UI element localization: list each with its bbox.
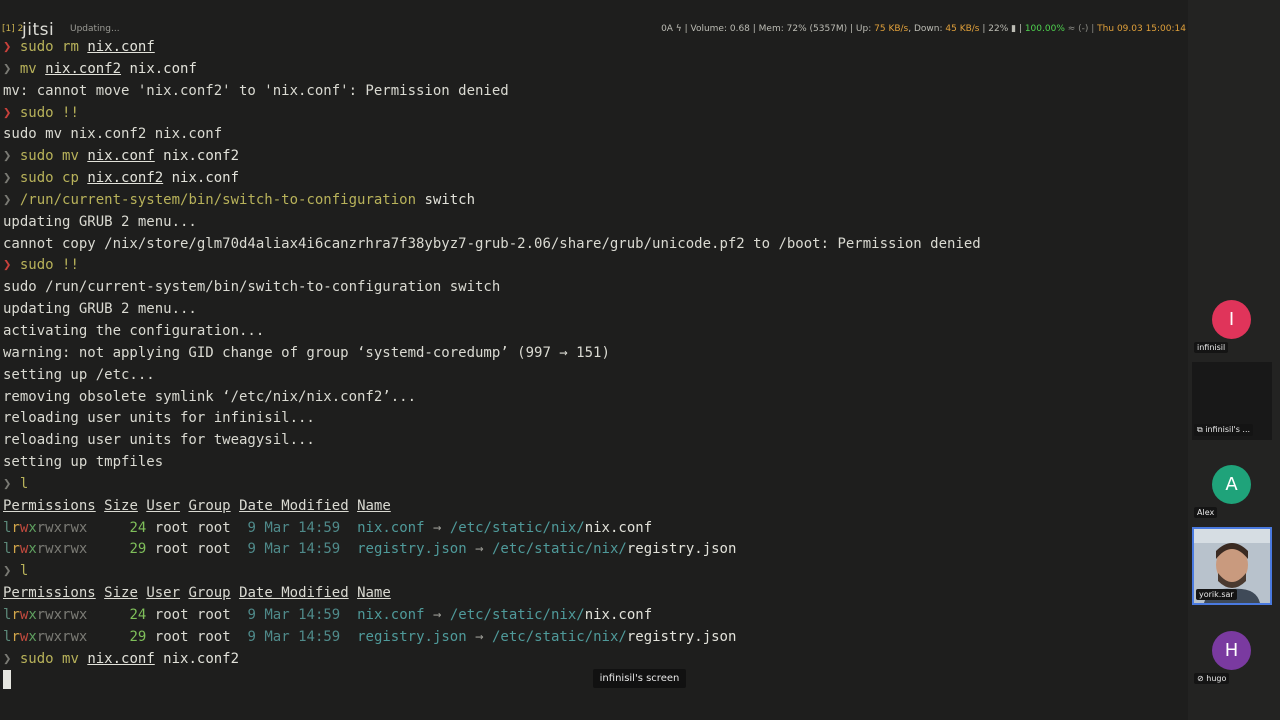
terminal-output[interactable]: ❯ sudo rm nix.conf ❯ mv nix.conf2 nix.co… bbox=[3, 37, 1183, 670]
terminal-line: ❯ sudo !! bbox=[3, 257, 79, 274]
battery-status: | 22% ▮ | bbox=[979, 24, 1025, 34]
terminal-line: ❯ sudo rm nix.conf bbox=[3, 39, 155, 55]
table-row: lrwxrwxrwx 29 root root 9 Mar 14:59 regi… bbox=[3, 541, 737, 558]
terminal-line: activating the configuration... bbox=[3, 322, 265, 339]
terminal-line: updating GRUB 2 menu... bbox=[3, 301, 197, 318]
participant-tile[interactable]: A Alex bbox=[1192, 465, 1272, 527]
screen-share-label: infinisil's screen bbox=[593, 669, 686, 688]
workspace-indicator[interactable]: [1] 2 bbox=[2, 24, 23, 34]
terminal-line: updating GRUB 2 menu... bbox=[3, 213, 197, 230]
participant-tile[interactable]: I infinisil bbox=[1192, 300, 1272, 362]
table-header-row: Permissions Size User Group Date Modifie… bbox=[3, 497, 391, 514]
participant-name: infinisil bbox=[1194, 342, 1229, 353]
participant-name: ⧉ infinisil's ... bbox=[1194, 424, 1254, 436]
charge-level: 100.00% bbox=[1024, 24, 1065, 34]
table-row: lrwxrwxrwx 24 root root 9 Mar 14:59 nix.… bbox=[3, 519, 653, 536]
participant-tile[interactable]: ⧉ infinisil's ... bbox=[1192, 362, 1272, 440]
prompt-icon: ❯ bbox=[3, 650, 12, 667]
upload-speed: 75 KB/s bbox=[874, 24, 909, 34]
terminal-line: ❯ /run/current-system/bin/switch-to-conf… bbox=[3, 191, 476, 208]
terminal-line: ❯ sudo !! bbox=[3, 104, 79, 121]
prompt-icon: ❯ bbox=[3, 257, 12, 274]
terminal-line: cannot copy /nix/store/glm70d4aliax4i6ca… bbox=[3, 235, 981, 252]
terminal-line: ❯ sudo cp nix.conf2 nix.conf bbox=[3, 170, 240, 187]
terminal-line: sudo /run/current-system/bin/switch-to-c… bbox=[3, 279, 501, 296]
prompt-icon: ❯ bbox=[3, 475, 12, 492]
down-label: , Down: bbox=[908, 24, 946, 34]
prompt-icon: ❯ bbox=[3, 60, 12, 77]
prompt-icon: ❯ bbox=[3, 104, 12, 121]
status-prefix: 0A ϟ | Volume: 0.68 | Mem: 72% (5357M) |… bbox=[661, 24, 875, 34]
charge-suffix: ≈ (-) | bbox=[1064, 24, 1098, 34]
terminal-line: ❯ sudo mv nix.conf nix.conf2 bbox=[3, 148, 240, 165]
terminal-line: warning: not applying GID change of grou… bbox=[3, 344, 610, 361]
terminal-line: setting up tmpfiles bbox=[3, 454, 164, 471]
participant-tile[interactable]: H ⊘ hugo bbox=[1192, 631, 1272, 693]
window-manager-status-bar: [1] 2 Updating... 0A ϟ | Volume: 0.68 | … bbox=[0, 20, 1188, 38]
terminal-line: removing obsolete symlink ‘/etc/nix/nix.… bbox=[3, 388, 417, 405]
terminal-line: reloading user units for tweagysil... bbox=[3, 432, 315, 449]
prompt-icon: ❯ bbox=[3, 563, 12, 580]
table-row: lrwxrwxrwx 29 root root 9 Mar 14:59 regi… bbox=[3, 628, 737, 645]
participant-tile-active-video[interactable]: yorik.sar bbox=[1192, 527, 1272, 605]
participant-name: Alex bbox=[1194, 507, 1218, 518]
terminal-line: mv: cannot move 'nix.conf2' to 'nix.conf… bbox=[3, 82, 509, 99]
terminal-line: ❯ mv nix.conf2 nix.conf bbox=[3, 60, 197, 77]
terminal-line: sudo mv nix.conf2 nix.conf bbox=[3, 126, 223, 143]
avatar: I bbox=[1212, 300, 1251, 339]
muted-mic-icon: ⊘ bbox=[1197, 674, 1207, 683]
prompt-icon: ❯ bbox=[3, 191, 12, 208]
prompt-icon: ❯ bbox=[3, 148, 12, 165]
screen-share-view: [1] 2 Updating... 0A ϟ | Volume: 0.68 | … bbox=[0, 0, 1188, 720]
terminal-line: setting up /etc... bbox=[3, 366, 155, 383]
terminal-line: reloading user units for infinisil... bbox=[3, 410, 315, 427]
system-status: 0A ϟ | Volume: 0.68 | Mem: 72% (5357M) |… bbox=[661, 24, 1186, 34]
table-row: lrwxrwxrwx 24 root root 9 Mar 14:59 nix.… bbox=[3, 606, 653, 623]
datetime: Thu 09.03 15:00:14 bbox=[1097, 24, 1186, 34]
prompt-icon: ❯ bbox=[3, 39, 12, 55]
terminal-line: ❯ l bbox=[3, 563, 29, 580]
avatar: H bbox=[1212, 631, 1251, 670]
terminal-cursor bbox=[3, 670, 11, 689]
terminal-line: ❯ l bbox=[3, 475, 29, 492]
table-header-row: Permissions Size User Group Date Modifie… bbox=[3, 585, 391, 602]
avatar: A bbox=[1212, 465, 1251, 504]
participant-name: ⊘ hugo bbox=[1194, 673, 1230, 684]
download-speed: 45 KB/s bbox=[945, 24, 980, 34]
participant-name: yorik.sar bbox=[1196, 589, 1237, 600]
window-title: Updating... bbox=[70, 24, 120, 34]
terminal-line: ❯ sudo mv nix.conf nix.conf2 bbox=[3, 650, 240, 667]
prompt-icon: ❯ bbox=[3, 170, 12, 187]
